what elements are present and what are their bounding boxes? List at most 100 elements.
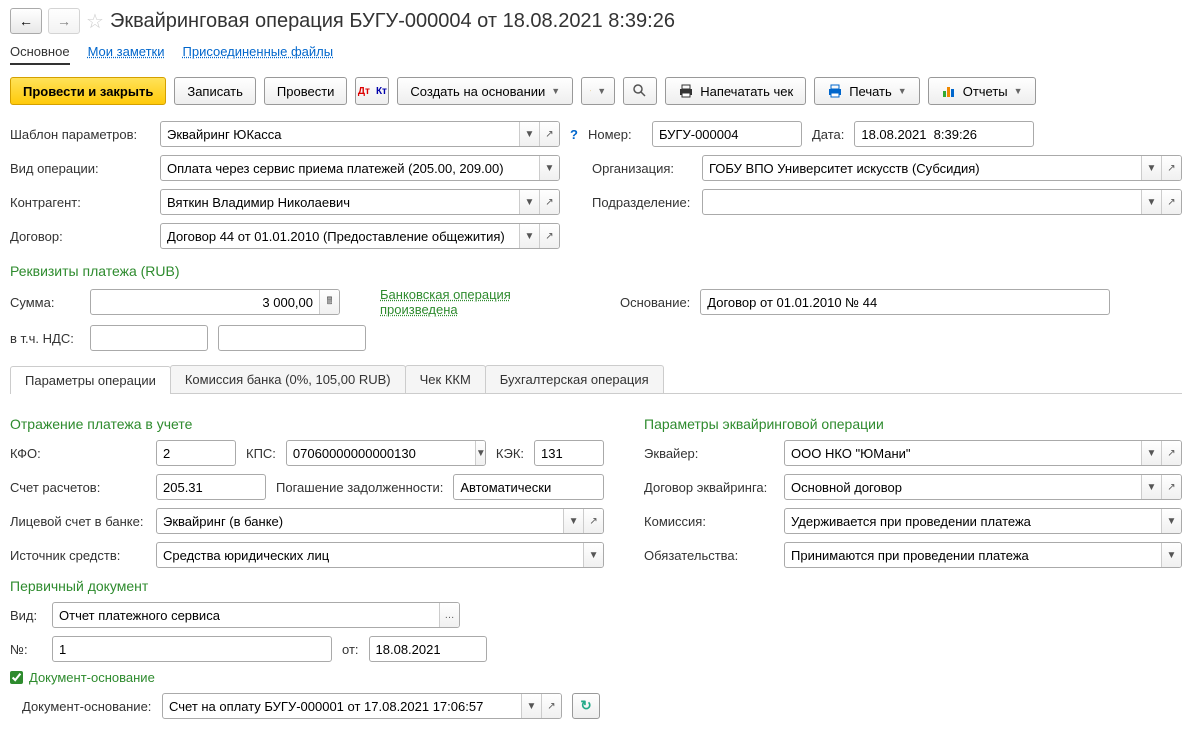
chevron-down-icon: ▼: [898, 86, 907, 96]
commission-label: Комиссия:: [644, 514, 774, 529]
tab-notes[interactable]: Мои заметки: [88, 44, 165, 65]
open-icon[interactable]: ↗: [539, 190, 559, 214]
help-icon[interactable]: ?: [570, 127, 578, 142]
print-button[interactable]: Печать▼: [814, 77, 920, 105]
chevron-down-icon: ▼: [597, 86, 606, 96]
open-icon[interactable]: ↗: [1161, 190, 1181, 214]
division-input[interactable]: ▼ ↗: [702, 189, 1182, 215]
main-tabs: Основное Мои заметки Присоединенные файл…: [10, 44, 1182, 65]
debt-label: Погашение задолженности:: [276, 480, 443, 495]
tab-main[interactable]: Основное: [10, 44, 70, 65]
post-close-button[interactable]: Провести и закрыть: [10, 77, 166, 105]
search-button[interactable]: [623, 77, 657, 105]
sum-label: Сумма:: [10, 295, 80, 310]
doc-from-input[interactable]: 📅: [369, 636, 487, 662]
dropdown-icon[interactable]: ▼: [521, 694, 541, 718]
optype-label: Вид операции:: [10, 161, 152, 176]
dropdown-icon[interactable]: ▼: [1141, 190, 1161, 214]
dropdown-icon[interactable]: ▼: [539, 156, 559, 180]
open-icon[interactable]: ↗: [1161, 475, 1181, 499]
dropdown-icon[interactable]: ▼: [563, 509, 583, 533]
template-input[interactable]: ▼ ↗: [160, 121, 560, 147]
calculator-icon[interactable]: 🖩: [319, 290, 339, 314]
acq-contract-label: Договор эквайринга:: [644, 480, 774, 495]
doc-basis-input[interactable]: ▼↗: [162, 693, 562, 719]
favorite-star-icon[interactable]: ☆: [86, 9, 104, 34]
nav-forward-button[interactable]: →: [48, 8, 80, 34]
payment-section-title: Реквизиты платежа (RUB): [10, 263, 1182, 279]
dropdown-icon[interactable]: ▼: [1141, 441, 1161, 465]
bank-op-link[interactable]: Банковская операция произведена: [380, 287, 540, 317]
date-input[interactable]: 📅: [854, 121, 1034, 147]
optype-input[interactable]: ▼: [160, 155, 560, 181]
save-button[interactable]: Записать: [174, 77, 256, 105]
dropdown-icon[interactable]: ▼: [519, 224, 539, 248]
number-label: Номер:: [588, 127, 642, 142]
kek-input[interactable]: ▼: [534, 440, 604, 466]
doc-basis-check-label: Документ-основание: [29, 670, 155, 685]
account-label: Счет расчетов:: [10, 480, 146, 495]
refresh-button[interactable]: ↻: [572, 693, 600, 719]
nav-back-button[interactable]: ←: [10, 8, 42, 34]
contract-input[interactable]: ▼ ↗: [160, 223, 560, 249]
create-from-button[interactable]: Создать на основании▼: [397, 77, 573, 105]
basis-input[interactable]: [700, 289, 1110, 315]
obligations-input[interactable]: ▼: [784, 542, 1182, 568]
vat-sum-input[interactable]: 🖩: [218, 325, 366, 351]
open-icon[interactable]: ↗: [539, 122, 559, 146]
kek-label: КЭК:: [496, 446, 524, 461]
ellipsis-icon[interactable]: …: [439, 603, 459, 627]
dropdown-icon[interactable]: ▼: [519, 190, 539, 214]
counterparty-label: Контрагент:: [10, 195, 152, 210]
debt-input[interactable]: ▼: [453, 474, 604, 500]
tab-accounting[interactable]: Бухгалтерская операция: [485, 365, 664, 393]
dropdown-icon[interactable]: ▼: [583, 543, 603, 567]
obligations-label: Обязательства:: [644, 548, 774, 563]
doc-num-input[interactable]: [52, 636, 332, 662]
sum-input[interactable]: 🖩: [90, 289, 340, 315]
dropdown-icon[interactable]: ▼: [1141, 475, 1161, 499]
dtkt-button[interactable]: ДтКт: [355, 77, 389, 105]
tab-params[interactable]: Параметры операции: [10, 366, 171, 394]
reports-button[interactable]: Отчеты▼: [928, 77, 1036, 105]
dropdown-icon[interactable]: ▼: [1141, 156, 1161, 180]
kps-label: КПС:: [246, 446, 276, 461]
doc-basis-checkbox[interactable]: [10, 671, 23, 684]
tab-files[interactable]: Присоединенные файлы: [183, 44, 334, 65]
kps-input[interactable]: ▼↗: [286, 440, 486, 466]
number-input[interactable]: [652, 121, 802, 147]
source-label: Источник средств:: [10, 548, 146, 563]
page-title: Эквайринговая операция БУГУ-000004 от 18…: [110, 10, 675, 33]
bankacc-input[interactable]: ▼↗: [156, 508, 604, 534]
acq-contract-input[interactable]: ▼↗: [784, 474, 1182, 500]
open-icon[interactable]: ↗: [541, 694, 561, 718]
print-check-button[interactable]: Напечатать чек: [665, 77, 806, 105]
dropdown-icon[interactable]: ▼: [519, 122, 539, 146]
commission-input[interactable]: ▼: [784, 508, 1182, 534]
dropdown-icon[interactable]: ▼: [1161, 543, 1181, 567]
date-label: Дата:: [812, 127, 844, 142]
account-input[interactable]: ▼↗: [156, 474, 266, 500]
structure-button[interactable]: ▼: [581, 77, 615, 105]
acquirer-label: Эквайер:: [644, 446, 774, 461]
left-section-title: Отражение платежа в учете: [10, 416, 604, 432]
vat-rate-input[interactable]: ▼: [90, 325, 208, 351]
doc-num-label: №:: [10, 642, 42, 657]
tab-commission[interactable]: Комиссия банка (0%, 105,00 RUB): [170, 365, 406, 393]
dropdown-icon[interactable]: ▼: [475, 441, 486, 465]
kfo-input[interactable]: ▼: [156, 440, 236, 466]
doc-type-input[interactable]: …: [52, 602, 460, 628]
open-icon[interactable]: ↗: [1161, 156, 1181, 180]
source-input[interactable]: ▼: [156, 542, 604, 568]
org-input[interactable]: ▼ ↗: [702, 155, 1182, 181]
acquirer-input[interactable]: ▼↗: [784, 440, 1182, 466]
doc-from-label: от:: [342, 642, 359, 657]
counterparty-input[interactable]: ▼ ↗: [160, 189, 560, 215]
open-icon[interactable]: ↗: [583, 509, 603, 533]
dropdown-icon[interactable]: ▼: [1161, 509, 1181, 533]
post-button[interactable]: Провести: [264, 77, 348, 105]
tab-kkm[interactable]: Чек ККМ: [405, 365, 486, 393]
open-icon[interactable]: ↗: [539, 224, 559, 248]
right-section-title: Параметры эквайринговой операции: [644, 416, 1182, 432]
open-icon[interactable]: ↗: [1161, 441, 1181, 465]
